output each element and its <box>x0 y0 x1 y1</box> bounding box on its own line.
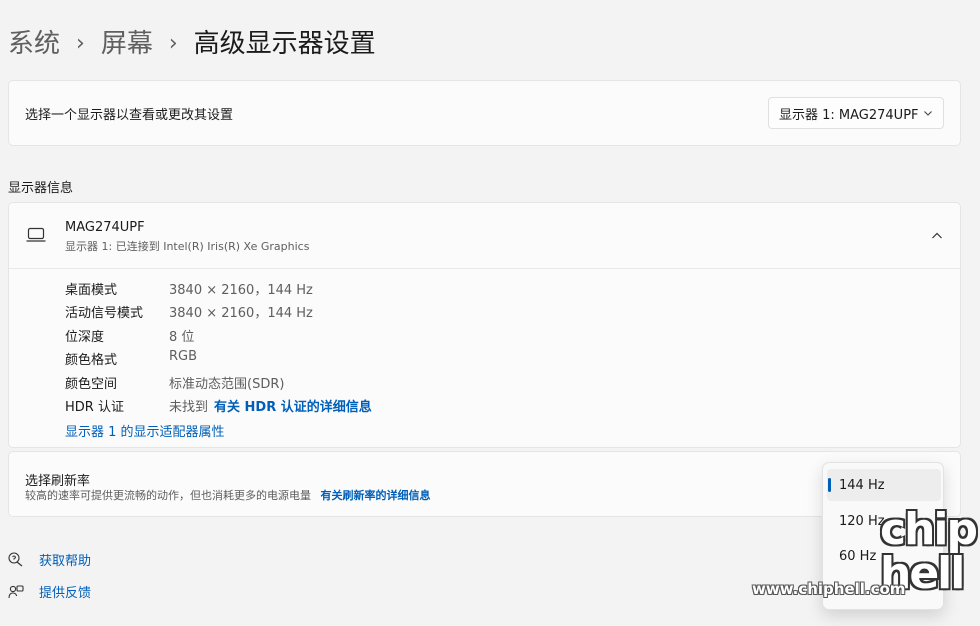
info-row: 颜色空间 标准动态范围(SDR) <box>65 373 284 392</box>
info-key: 桌面模式 <box>65 283 118 298</box>
feedback-icon <box>8 584 24 598</box>
breadcrumb-display[interactable]: 屏幕 <box>101 26 153 62</box>
refresh-option-label: 120 Hz <box>839 513 885 529</box>
info-value: 8 位 <box>169 330 195 345</box>
adapter-properties-link[interactable]: 显示器 1 的显示适配器属性 <box>65 421 225 440</box>
watermark-url: www.chiphell.com <box>752 580 906 598</box>
breadcrumb: 系统 › 屏幕 › 高级显示器设置 <box>8 26 376 62</box>
display-dropdown-value: 显示器 1: MAG274UPF <box>779 107 919 123</box>
refresh-rate-description: 较高的速率可提供更流畅的动作，但也消耗更多的电源电量 有关刷新率的详细信息 <box>25 487 431 503</box>
refresh-option-label: 144 Hz <box>839 477 885 493</box>
info-row: 颜色格式 RGB <box>65 349 197 368</box>
section-title: 显示器信息 <box>8 181 74 196</box>
select-display-label: 选择一个显示器以查看或更改其设置 <box>25 108 234 123</box>
give-feedback-label: 提供反馈 <box>39 586 92 601</box>
monitor-subtitle: 显示器 1: 已连接到 Intel(R) Iris(R) Xe Graphics <box>65 240 310 253</box>
info-row: 活动信号模式 3840 × 2160，144 Hz <box>65 302 313 321</box>
info-value: 3840 × 2160，144 Hz <box>169 283 313 298</box>
adapter-properties-row: 显示器 1 的显示适配器属性 <box>65 421 225 440</box>
info-row: 位深度 8 位 <box>65 326 194 345</box>
info-key: 颜色格式 <box>65 353 118 368</box>
info-key: HDR 认证 <box>65 400 124 415</box>
selection-indicator <box>828 478 831 492</box>
chevron-up-icon[interactable] <box>931 230 943 242</box>
get-help-link[interactable]: 获取帮助 <box>8 550 91 569</box>
breadcrumb-system[interactable]: 系统 <box>8 26 60 62</box>
info-value: 3840 × 2160，144 Hz <box>169 306 313 321</box>
get-help-label: 获取帮助 <box>39 554 92 569</box>
help-icon <box>8 551 23 566</box>
display-dropdown[interactable]: 显示器 1: MAG274UPF <box>768 97 944 129</box>
select-display-card: 选择一个显示器以查看或更改其设置 显示器 1: MAG274UPF <box>8 80 961 146</box>
breadcrumb-separator: › <box>76 31 85 56</box>
breadcrumb-separator: › <box>168 31 178 56</box>
info-key: 活动信号模式 <box>65 306 144 321</box>
refresh-option-144[interactable]: 144 Hz <box>827 469 941 501</box>
give-feedback-link[interactable]: 提供反馈 <box>8 582 91 601</box>
info-key: 颜色空间 <box>65 377 118 392</box>
info-value: RGB <box>169 349 198 364</box>
info-value: 标准动态范围(SDR) <box>169 377 285 392</box>
page-title: 高级显示器设置 <box>193 29 376 59</box>
display-info-header[interactable]: MAG274UPF 显示器 1: 已连接到 Intel(R) Iris(R) X… <box>9 203 960 269</box>
display-info-card: MAG274UPF 显示器 1: 已连接到 Intel(R) Iris(R) X… <box>8 202 961 448</box>
info-row: 桌面模式 3840 × 2160，144 Hz <box>65 279 313 298</box>
info-value: 未找到 <box>169 400 209 415</box>
info-row-hdr: HDR 认证 未找到 有关 HDR 认证的详细信息 <box>65 396 372 415</box>
laptop-icon <box>26 227 46 242</box>
info-key: 位深度 <box>65 330 105 345</box>
refresh-rate-description-text: 较高的速率可提供更流畅的动作，但也消耗更多的电源电量 <box>25 489 311 502</box>
refresh-rate-card: 选择刷新率 较高的速率可提供更流畅的动作，但也消耗更多的电源电量 有关刷新率的详… <box>8 451 961 517</box>
refresh-rate-details-link[interactable]: 有关刷新率的详细信息 <box>321 489 431 502</box>
monitor-name: MAG274UPF <box>65 220 145 235</box>
refresh-option-label: 60 Hz <box>839 548 877 564</box>
chevron-down-icon <box>924 111 932 116</box>
hdr-details-link[interactable]: 有关 HDR 认证的详细信息 <box>214 396 372 415</box>
